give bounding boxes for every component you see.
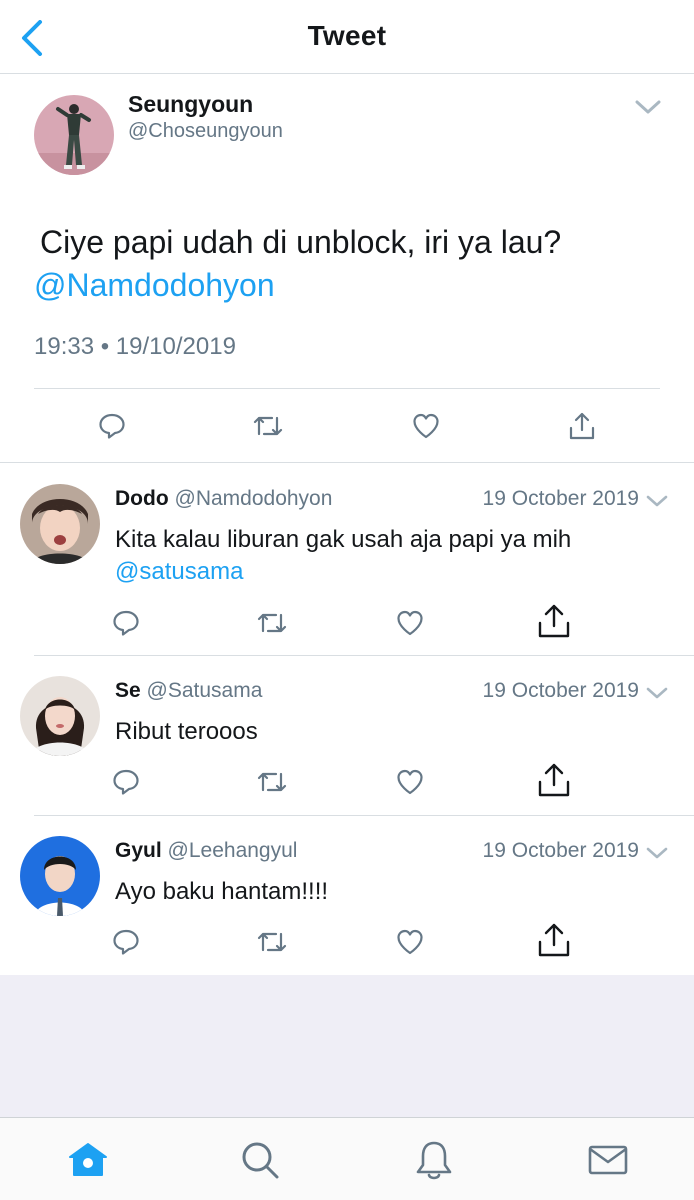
reply-button[interactable] (108, 605, 144, 641)
top-bar: Tweet (0, 0, 694, 74)
like-button[interactable] (392, 924, 428, 960)
share-button[interactable] (536, 603, 572, 639)
heart-icon (396, 769, 424, 795)
tweet-body: Kita kalau liburan gak usah aja papi ya … (115, 526, 572, 553)
tweet-menu-button[interactable] (645, 492, 669, 510)
tweet-body: Ribut terooos (115, 718, 258, 745)
share-icon (537, 922, 571, 958)
chevron-down-icon (645, 492, 669, 510)
reply-icon (112, 609, 140, 637)
tweet-body: Ciye papi udah di unblock, iri ya lau? (40, 224, 562, 260)
heart-icon (396, 929, 424, 955)
page-title: Tweet (307, 20, 387, 51)
author-handle[interactable]: @Namdodohyon (175, 487, 333, 510)
share-icon (537, 603, 571, 639)
retweet-icon (256, 929, 288, 955)
empty-area (0, 975, 694, 1117)
tweet-timestamp: 19:33 • 19/10/2019 (34, 333, 236, 360)
main-tweet: Seungyoun @Choseungyoun Ciye papi udah d… (0, 75, 694, 463)
author-name[interactable]: Se (115, 679, 141, 702)
tweet-text: Ribut terooos (115, 716, 675, 748)
like-button[interactable] (392, 605, 428, 641)
bell-icon (414, 1139, 454, 1181)
reply-header: Gyul @Leehangyul (115, 839, 297, 863)
author-name[interactable]: Gyul (115, 839, 162, 862)
chevron-down-icon (645, 684, 669, 702)
reply-date: 19 October 2019 (482, 487, 639, 510)
reply-button[interactable] (108, 764, 144, 800)
mention-link[interactable]: @satusama (115, 556, 675, 588)
share-button[interactable] (536, 922, 572, 958)
reply-tweet[interactable]: Se @Satusama 19 October 2019 Ribut teroo… (0, 656, 694, 816)
author-handle[interactable]: @Satusama (147, 679, 263, 702)
tab-search[interactable] (238, 1138, 282, 1182)
tweet-text: Kita kalau liburan gak usah aja papi ya … (115, 524, 675, 588)
reply-header: Se @Satusama (115, 679, 262, 703)
like-button[interactable] (392, 764, 428, 800)
author-handle[interactable]: @Choseungyoun (128, 120, 283, 143)
tab-messages[interactable] (586, 1138, 630, 1182)
tweet-text: Ayo baku hantam!!!! (115, 876, 675, 908)
reply-tweet[interactable]: Gyul @Leehangyul 19 October 2019 Ayo bak… (0, 816, 694, 975)
reply-button[interactable] (94, 408, 130, 444)
reply-icon (98, 412, 126, 440)
reply-date: 19 October 2019 (482, 679, 639, 702)
home-icon (66, 1141, 110, 1179)
reply-date: 19 October 2019 (482, 839, 639, 862)
tab-home[interactable] (66, 1138, 110, 1182)
share-icon (537, 762, 571, 798)
chevron-down-icon (634, 97, 662, 117)
avatar[interactable] (20, 836, 100, 916)
avatar[interactable] (20, 676, 100, 756)
heart-icon (396, 610, 424, 636)
mention-link[interactable]: @Namdodohyon (34, 264, 664, 307)
reply-icon (112, 768, 140, 796)
tweet-body: Ayo baku hantam!!!! (115, 878, 329, 905)
search-icon (240, 1140, 280, 1180)
retweet-icon (256, 610, 288, 636)
tab-notifications[interactable] (412, 1138, 456, 1182)
avatar[interactable] (20, 484, 100, 564)
retweet-button[interactable] (254, 924, 290, 960)
author-name[interactable]: Seungyoun (128, 91, 253, 118)
author-name[interactable]: Dodo (115, 487, 169, 510)
reply-icon (112, 928, 140, 956)
retweet-icon (252, 413, 284, 439)
avatar[interactable] (34, 95, 114, 175)
retweet-button[interactable] (250, 408, 286, 444)
tweet-menu-button[interactable] (645, 684, 669, 702)
like-button[interactable] (408, 408, 444, 444)
tweet-actions (0, 408, 694, 448)
divider (34, 388, 660, 389)
author-handle[interactable]: @Leehangyul (168, 839, 298, 862)
share-button[interactable] (536, 762, 572, 798)
chevron-down-icon (645, 844, 669, 862)
retweet-button[interactable] (254, 605, 290, 641)
reply-button[interactable] (108, 924, 144, 960)
bottom-tab-bar (0, 1117, 694, 1200)
share-button[interactable] (564, 408, 600, 444)
tweet-menu-button[interactable] (645, 844, 669, 862)
tweet-text: Ciye papi udah di unblock, iri ya lau? @… (34, 221, 664, 307)
retweet-button[interactable] (254, 764, 290, 800)
mail-icon (587, 1143, 629, 1177)
tweet-menu-button[interactable] (634, 97, 662, 117)
reply-header: Dodo @Namdodohyon (115, 487, 332, 511)
reply-tweet[interactable]: Dodo @Namdodohyon 19 October 2019 Kita k… (0, 464, 694, 656)
retweet-icon (256, 769, 288, 795)
heart-icon (412, 413, 440, 439)
share-icon (568, 411, 596, 441)
